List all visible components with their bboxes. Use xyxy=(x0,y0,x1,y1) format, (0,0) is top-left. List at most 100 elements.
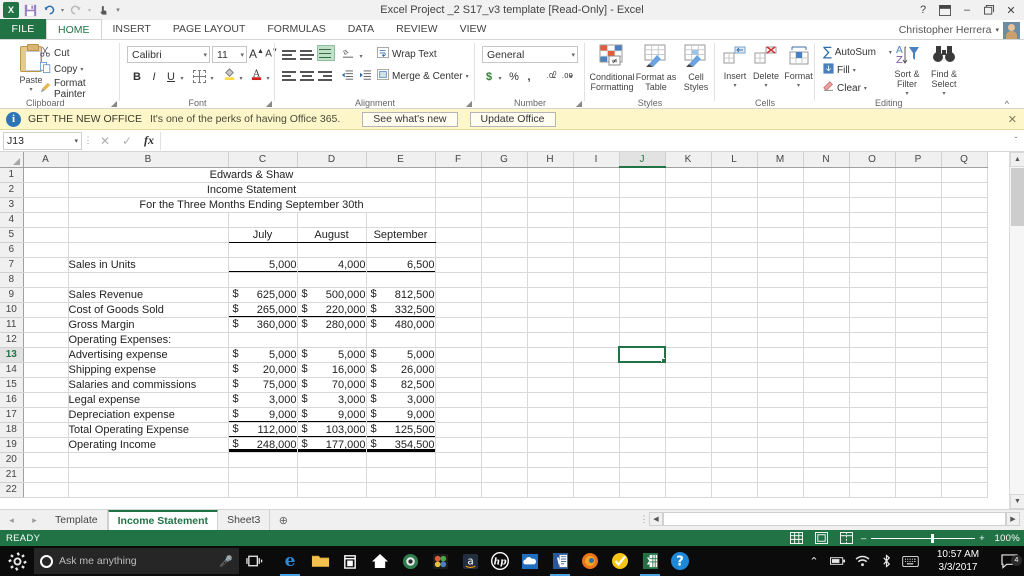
cell-h5[interactable] xyxy=(527,227,574,243)
column-header-l[interactable]: L xyxy=(711,152,758,168)
worksheet-grid[interactable]: A B C D E F G H I J K L M N O P Q 1 Edwards & Shaw 2 Income … xyxy=(0,152,1024,509)
cell-k21[interactable] xyxy=(665,467,712,483)
cell-j4[interactable] xyxy=(619,212,666,228)
cell-o13[interactable] xyxy=(849,347,896,363)
amazon-icon[interactable]: a xyxy=(455,546,485,576)
cell-i10[interactable] xyxy=(573,302,620,318)
cell-o16[interactable] xyxy=(849,392,896,408)
next-sheet-icon[interactable]: ▸ xyxy=(32,515,37,526)
cell-i3[interactable] xyxy=(573,197,620,213)
chevron-down-icon[interactable]: ▾ xyxy=(74,137,78,145)
cell-a4[interactable] xyxy=(23,212,69,228)
cell-q2[interactable] xyxy=(941,182,988,198)
cell-p18[interactable] xyxy=(895,422,942,438)
cell-l2[interactable] xyxy=(711,182,758,198)
column-header-g[interactable]: G xyxy=(481,152,528,168)
cell-a19[interactable] xyxy=(23,437,69,453)
norton-icon[interactable] xyxy=(605,546,635,576)
horizontal-scrollbar[interactable]: ⋮ ◀ ▶ xyxy=(639,511,1020,527)
cell-j19[interactable] xyxy=(619,437,666,453)
cell-m6[interactable] xyxy=(757,242,804,258)
row-header-19[interactable]: 19 xyxy=(0,437,24,453)
cell-l12[interactable] xyxy=(711,332,758,348)
font-size-box[interactable]: 11 ▾ xyxy=(212,46,247,63)
cell-f1[interactable] xyxy=(435,167,482,183)
cell-h18[interactable] xyxy=(527,422,574,438)
cell-c19[interactable]: 248,000 $ xyxy=(228,437,298,453)
cell-k20[interactable] xyxy=(665,452,712,468)
comma-format-button[interactable]: , xyxy=(523,68,535,85)
cell-a20[interactable] xyxy=(23,452,69,468)
cell-e19[interactable]: 354,500 $ xyxy=(366,437,436,453)
zoom-slider[interactable]: – + xyxy=(861,533,985,544)
column-header-i[interactable]: I xyxy=(573,152,620,168)
cell-f3[interactable] xyxy=(435,197,482,213)
cell-h14[interactable] xyxy=(527,362,574,378)
cell-h22[interactable] xyxy=(527,482,574,498)
cell-j13[interactable] xyxy=(618,346,666,363)
row-header-7[interactable]: 7 xyxy=(0,257,24,273)
cell-i12[interactable] xyxy=(573,332,620,348)
cell-i6[interactable] xyxy=(573,242,620,258)
update-office-button[interactable]: Update Office xyxy=(469,111,556,127)
insert-function-icon[interactable]: fx xyxy=(138,133,160,148)
column-header-b[interactable]: B xyxy=(68,152,229,168)
cell-a6[interactable] xyxy=(23,242,69,258)
column-header-n[interactable]: N xyxy=(803,152,850,168)
format-cells-button[interactable]: Format ▾ xyxy=(782,45,815,91)
cell-n13[interactable] xyxy=(803,347,850,363)
cell-c4[interactable] xyxy=(228,212,298,228)
cell-d21[interactable] xyxy=(297,467,367,483)
normal-view-icon[interactable] xyxy=(786,531,806,545)
cell-e6[interactable] xyxy=(366,242,436,258)
see-whats-new-button[interactable]: See what's new xyxy=(362,111,458,127)
cell-f17[interactable] xyxy=(435,407,482,423)
cell-c11[interactable]: 360,000 $ xyxy=(228,317,298,333)
cell-i4[interactable] xyxy=(573,212,620,228)
decrease-indent-button[interactable] xyxy=(339,68,355,85)
font-name-box[interactable]: Calibri ▾ xyxy=(127,46,210,63)
cell-m9[interactable] xyxy=(757,287,804,303)
vertical-scroll-thumb[interactable] xyxy=(1011,168,1024,226)
cell-p12[interactable] xyxy=(895,332,942,348)
cell-p10[interactable] xyxy=(895,302,942,318)
cell-b8[interactable] xyxy=(68,272,229,288)
cell-c8[interactable] xyxy=(228,272,298,288)
cell-f18[interactable] xyxy=(435,422,482,438)
cell-g21[interactable] xyxy=(481,467,528,483)
cell-f20[interactable] xyxy=(435,452,482,468)
cell-h20[interactable] xyxy=(527,452,574,468)
cell-e4[interactable] xyxy=(366,212,436,228)
cell-l7[interactable] xyxy=(711,257,758,273)
microsoft-store-icon[interactable] xyxy=(335,546,365,576)
cell-g7[interactable] xyxy=(481,257,528,273)
cell-f21[interactable] xyxy=(435,467,482,483)
row-header-1[interactable]: 1 xyxy=(0,167,24,183)
cell-m4[interactable] xyxy=(757,212,804,228)
cell-q1[interactable] xyxy=(941,167,988,183)
zoom-level[interactable]: 100% xyxy=(990,533,1020,544)
battery-icon[interactable] xyxy=(826,546,850,576)
cell-p9[interactable] xyxy=(895,287,942,303)
cell-c18[interactable]: 112,000 $ xyxy=(228,422,298,438)
cell-k8[interactable] xyxy=(665,272,712,288)
cell-m13[interactable] xyxy=(757,347,804,363)
cell-d6[interactable] xyxy=(297,242,367,258)
cell-q7[interactable] xyxy=(941,257,988,273)
scrollbar-grip[interactable]: ⋮ xyxy=(639,514,649,525)
cell-f9[interactable] xyxy=(435,287,482,303)
cell-c9[interactable]: 625,000 $ xyxy=(228,287,298,303)
chevron-down-icon[interactable]: ▾ xyxy=(240,51,244,59)
cell-k6[interactable] xyxy=(665,242,712,258)
wrap-text-button[interactable]: Wrap Text xyxy=(377,47,437,61)
cell-m5[interactable] xyxy=(757,227,804,243)
cell-i17[interactable] xyxy=(573,407,620,423)
sheet-tab-sheet3[interactable]: Sheet3 xyxy=(218,509,271,531)
cell-e17[interactable]: 9,000 $ xyxy=(366,407,436,423)
delete-cells-button[interactable]: Delete ▾ xyxy=(750,45,782,91)
orientation-button[interactable]: a xyxy=(340,46,356,63)
cell-j6[interactable] xyxy=(619,242,666,258)
onedrive-icon[interactable] xyxy=(515,546,545,576)
cell-b5[interactable] xyxy=(68,227,229,243)
formula-bar-grip[interactable]: ⋮ xyxy=(82,135,94,146)
